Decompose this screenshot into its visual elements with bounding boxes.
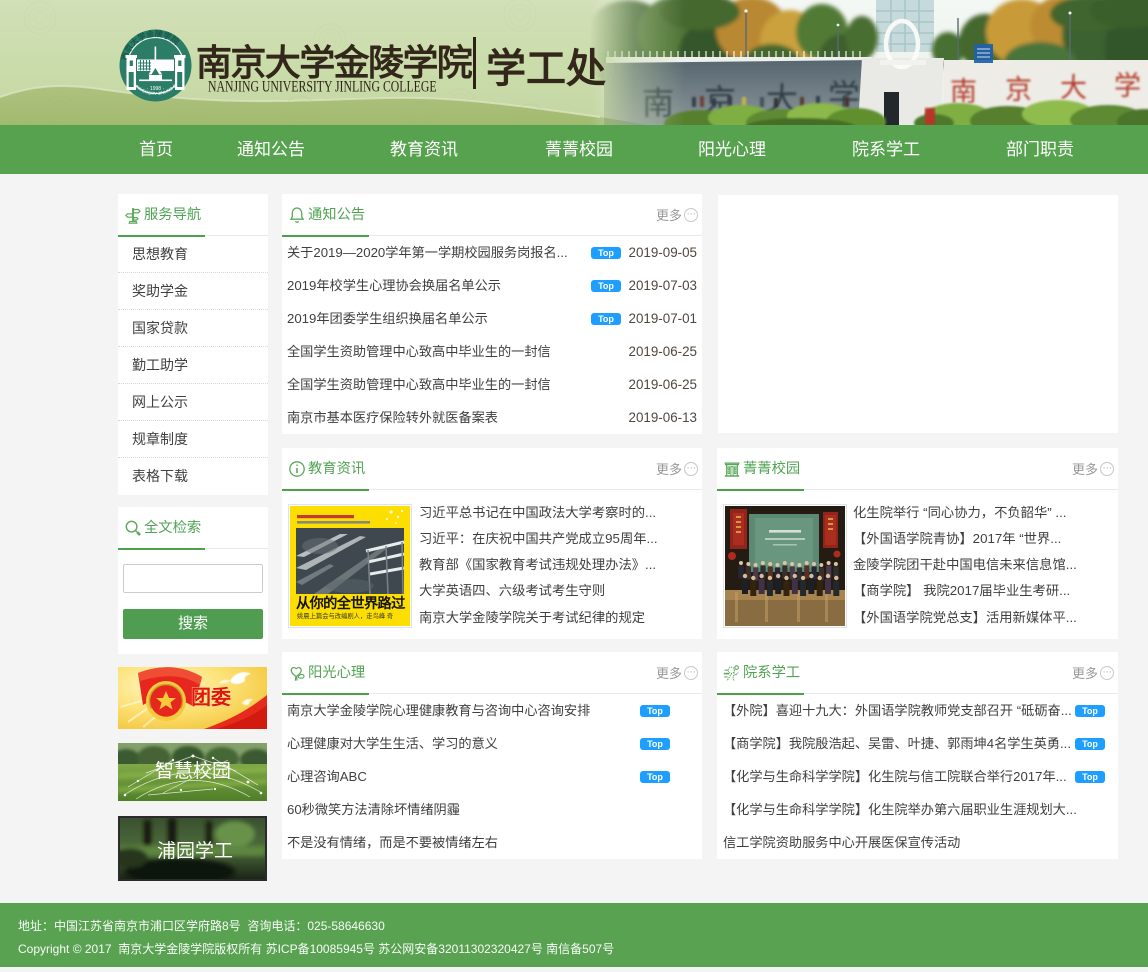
svg-text:团委: 团委 [191,686,231,709]
svg-text:姚晨上篇会与改编剧人，走鸟峰 奇: 姚晨上篇会与改编剧人，走鸟峰 奇 [297,611,393,620]
svg-text:· 1998 ·: · 1998 · [147,86,165,92]
svg-text:智慧校园: 智慧校园 [155,760,231,782]
svg-text:从你的全世界路过: 从你的全世界路过 [296,595,406,612]
svg-text:京: 京 [1005,75,1032,105]
svg-text:学: 学 [1114,71,1141,101]
svg-text:大: 大 [1060,73,1087,103]
svg-text:浦园学工: 浦园学工 [157,840,233,862]
svg-text:南: 南 [950,77,977,107]
svg-text:南: 南 [642,85,674,121]
